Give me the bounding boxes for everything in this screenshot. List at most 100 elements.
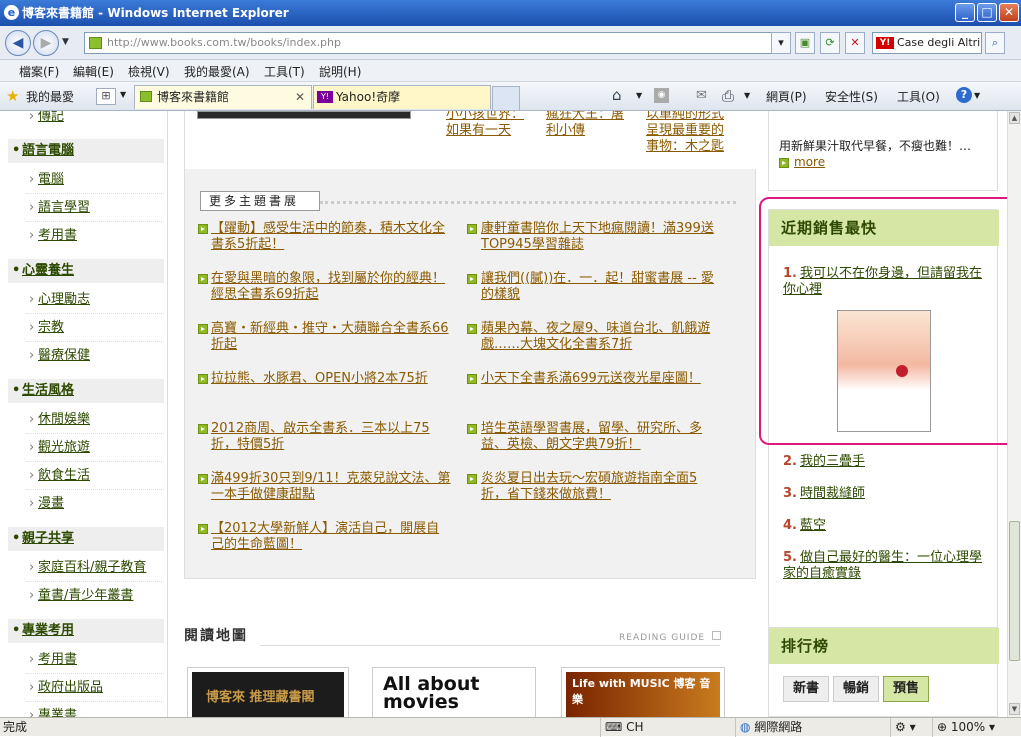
- reading-thumb-music[interactable]: Life with MUSIC 博客 音樂: [561, 667, 725, 717]
- zoom-dropdown-icon[interactable]: ▾: [985, 720, 995, 734]
- forward-button[interactable]: ▶: [33, 30, 59, 56]
- menu-edit[interactable]: 編輯(E): [73, 63, 114, 80]
- menu-favorites[interactable]: 我的最愛(A): [184, 63, 250, 80]
- nav-link[interactable]: 心理勵志: [38, 292, 90, 307]
- rank-item[interactable]: 3. 時間裁縫師: [783, 486, 865, 502]
- expand-icon[interactable]: [712, 631, 721, 640]
- minimize-button[interactable]: _: [955, 3, 975, 22]
- search-box[interactable]: Y! Case degli Altri: [872, 32, 982, 54]
- rank-tab-bestselling[interactable]: 暢銷: [833, 676, 879, 702]
- rank-tab-new[interactable]: 新書: [783, 676, 829, 702]
- url-dropdown-icon[interactable]: ▾: [771, 32, 791, 54]
- top-book-link[interactable]: 以單純的形式 呈現最重要的 事物：木之匙: [646, 111, 724, 155]
- nav-link[interactable]: 漫畫: [38, 496, 64, 511]
- theme-link[interactable]: 培生英語學習書展，留學、研究所、多 益、英檢、朗文字典79折！: [481, 421, 702, 453]
- bullet-icon: [198, 374, 208, 384]
- menu-help[interactable]: 說明(H): [319, 63, 361, 80]
- maximize-button[interactable]: □: [977, 3, 997, 22]
- tab-active[interactable]: 博客來書籍館 ✕: [134, 85, 312, 109]
- vertical-scrollbar[interactable]: ▲ ▼: [1007, 111, 1021, 717]
- print-icon[interactable]: ⎙: [722, 87, 734, 105]
- nav-link[interactable]: 考用書: [38, 228, 77, 243]
- theme-link[interactable]: 高寶・新經典・推守・大蘋聯合全書系66 折起: [211, 321, 449, 353]
- nav-link[interactable]: 宗教: [38, 320, 64, 335]
- tools-menu-button[interactable]: 工具(O): [897, 88, 940, 105]
- theme-link[interactable]: 小天下全書系滿699元送夜光星座圖！: [481, 371, 701, 387]
- nav-category-lifestyle-link[interactable]: 生活風格: [22, 383, 74, 398]
- help-icon[interactable]: ?: [956, 87, 972, 103]
- theme-link[interactable]: 2012商周、啟示全書系．三本以上75 折，特價5折: [211, 421, 430, 453]
- safety-menu-button[interactable]: 安全性(S): [825, 88, 878, 105]
- nav-category-mind-link[interactable]: 心靈養生: [22, 263, 74, 278]
- menu-view[interactable]: 檢視(V): [128, 63, 170, 80]
- zoom-control[interactable]: ⊕ 100% ▾: [932, 718, 995, 737]
- nav-link[interactable]: 家庭百科/親子教育: [38, 560, 146, 575]
- rank-tab-preorder[interactable]: 預售: [883, 676, 929, 702]
- left-category-nav: 傳記 語言電腦 電腦 語言學習 考用書 心靈養生 心理勵志 宗教 醫療保健 生活…: [0, 111, 168, 717]
- refresh-icon[interactable]: ⟳: [820, 32, 840, 54]
- rank-board-box: 排行榜 新書 暢銷 預售: [768, 627, 999, 717]
- tab-list-dropdown-icon[interactable]: ▼: [120, 90, 126, 99]
- quick-tabs-icon[interactable]: ⊞: [96, 88, 116, 105]
- page-menu-button[interactable]: 網頁(P): [766, 88, 807, 105]
- scroll-thumb[interactable]: [1009, 521, 1020, 661]
- theme-link[interactable]: 蘋果內幕、夜之屋9、味道台北、飢餓遊 戲……大塊文化全書系7折: [481, 321, 710, 353]
- book-cover-image[interactable]: [197, 111, 411, 119]
- reading-thumb-movies[interactable]: All about movies: [372, 667, 536, 717]
- print-dropdown-icon[interactable]: ▼: [744, 91, 750, 100]
- rank-item[interactable]: 5. 做自己最好的醫生：一位心理學 家的自癒實錄: [783, 550, 982, 582]
- promo-more-link[interactable]: more: [794, 155, 825, 169]
- nav-category-family-link[interactable]: 親子共享: [22, 531, 74, 546]
- theme-link[interactable]: 康軒童書陪你上天下地瘋閱讀！滿399送 TOP945學習雜誌: [481, 221, 714, 253]
- nav-link[interactable]: 專業書: [38, 708, 77, 717]
- nav-category-language-link[interactable]: 語言電腦: [22, 143, 74, 158]
- scroll-down-icon[interactable]: ▼: [1009, 703, 1020, 715]
- nav-link[interactable]: 醫療保健: [38, 348, 90, 363]
- theme-link[interactable]: 讓我們((膩))在．一．起！甜蜜書展 -- 愛的樣貌: [481, 271, 714, 303]
- rss-feed-icon[interactable]: ◉: [654, 88, 669, 103]
- nav-link[interactable]: 電腦: [38, 172, 64, 187]
- nav-link[interactable]: 觀光旅遊: [38, 440, 90, 455]
- theme-link[interactable]: 【2012大學新鮮人】演活自己，開展自 己的生命藍圖！: [211, 521, 439, 553]
- nav-item: 宗教: [29, 320, 64, 336]
- stop-icon[interactable]: ✕: [845, 32, 865, 54]
- nav-link[interactable]: 語言學習: [38, 200, 90, 215]
- ime-indicator[interactable]: ⌨ CH: [600, 718, 644, 737]
- nav-link[interactable]: 休閒娛樂: [38, 412, 90, 427]
- favorites-button[interactable]: 我的最愛: [26, 88, 74, 105]
- theme-link[interactable]: 滿499折30只到9/11！克萊兒說文法、第 一本手做健康甜點: [211, 471, 451, 503]
- rank-item[interactable]: 4. 藍空: [783, 518, 826, 534]
- theme-link[interactable]: 在愛與黑暗的象限，找到屬於你的經典！ 經思全書系69折起: [211, 271, 445, 303]
- reading-thumb-mystery[interactable]: 博客來 推理藏書閣: [187, 667, 349, 717]
- read-mail-icon[interactable]: ✉: [696, 88, 707, 103]
- theme-link[interactable]: 炎炎夏日出去玩～宏碩旅遊指南全面5 折，省下錢來做旅費！: [481, 471, 697, 503]
- home-icon[interactable]: ⌂: [612, 86, 622, 104]
- new-tab-button[interactable]: [492, 86, 520, 110]
- nav-link[interactable]: 飲食生活: [38, 468, 90, 483]
- tab-yahoo[interactable]: Y! Yahoo!奇摩: [313, 85, 491, 109]
- close-window-button[interactable]: ✕: [999, 3, 1019, 22]
- history-dropdown-icon[interactable]: ▼: [62, 37, 69, 47]
- help-dropdown-icon[interactable]: ▼: [974, 91, 980, 100]
- menu-file[interactable]: 檔案(F): [19, 63, 59, 80]
- rank-item[interactable]: 2. 我的三疊手: [783, 454, 865, 470]
- home-dropdown-icon[interactable]: ▼: [636, 91, 642, 100]
- top-book-link[interactable]: 瘋狂大王：屠 利小傳: [546, 111, 624, 139]
- menu-tools[interactable]: 工具(T): [264, 63, 305, 80]
- nav-category-professional-link[interactable]: 專業考用: [22, 623, 74, 638]
- search-icon[interactable]: ⌕: [985, 32, 1005, 54]
- nav-link[interactable]: 考用書: [38, 652, 77, 667]
- nav-link-biography[interactable]: 傳記: [38, 111, 64, 124]
- scroll-up-icon[interactable]: ▲: [1009, 112, 1020, 124]
- nav-link[interactable]: 童書/青少年叢書: [38, 588, 133, 603]
- nav-link[interactable]: 政府出版品: [38, 680, 103, 695]
- back-button[interactable]: ◀: [5, 30, 31, 56]
- favorites-star-icon[interactable]: ★: [6, 87, 19, 105]
- compat-view-icon[interactable]: ▣: [795, 32, 815, 54]
- url-field[interactable]: http://www.books.com.tw/books/index.php: [84, 32, 790, 54]
- top-book-link[interactable]: 小小孩世界： 如果有一天: [446, 111, 524, 139]
- theme-link[interactable]: 拉拉熊、水豚君、OPEN小將2本75折: [211, 371, 428, 387]
- close-tab-icon[interactable]: ✕: [295, 86, 305, 108]
- protected-mode-icon[interactable]: ⚙ ▾: [890, 718, 916, 737]
- theme-link[interactable]: 【躍動】感受生活中的節奏，積木文化全 書系5折起！: [211, 221, 445, 253]
